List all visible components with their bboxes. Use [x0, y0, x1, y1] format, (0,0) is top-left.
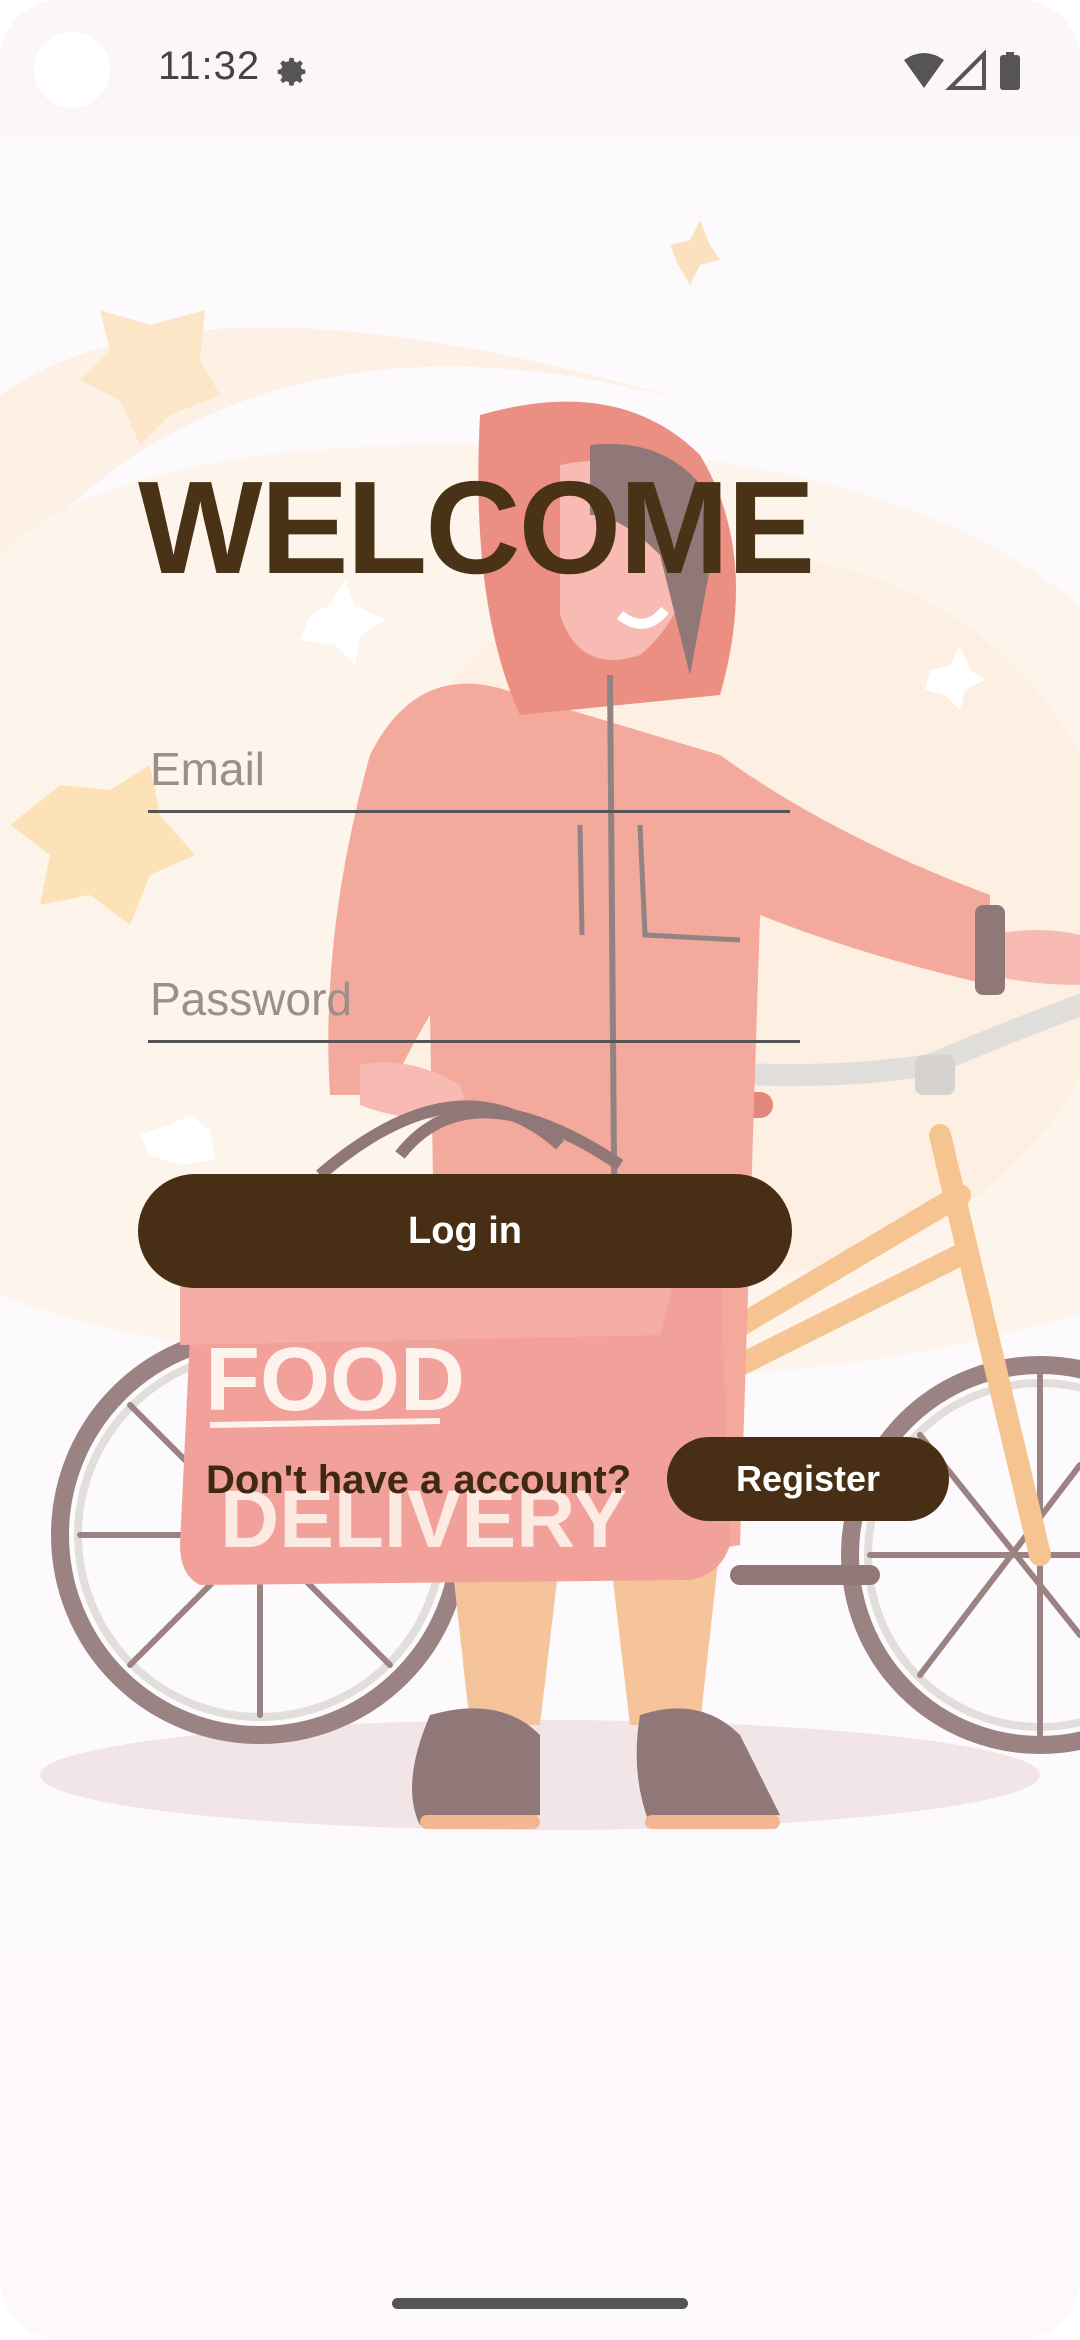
wifi-icon	[904, 53, 944, 88]
password-field[interactable]	[148, 972, 802, 1040]
register-button[interactable]: Register	[667, 1437, 949, 1521]
gesture-navigation-handle[interactable]	[392, 2298, 688, 2309]
front-camera-cutout	[34, 32, 110, 108]
battery-icon	[1000, 52, 1020, 90]
no-account-text: Don't have a account?	[206, 1458, 632, 1502]
welcome-title: WELCOME	[138, 454, 815, 601]
status-indicators	[904, 50, 1020, 90]
email-field[interactable]	[148, 742, 792, 810]
password-field-container	[148, 972, 802, 1043]
email-field-container	[148, 742, 792, 813]
login-button[interactable]: Log in	[138, 1174, 792, 1288]
status-bar: 11:32	[0, 0, 1080, 135]
settings-gear-icon	[277, 57, 306, 86]
cellular-signal-icon	[945, 50, 986, 90]
delivery-illustration: FOOD DELIVERY	[0, 135, 1080, 1955]
login-screen: 11:32 FOOD DELIVERY WELCOME Email Log in…	[0, 0, 1080, 2340]
status-time: 11:32	[158, 44, 261, 88]
